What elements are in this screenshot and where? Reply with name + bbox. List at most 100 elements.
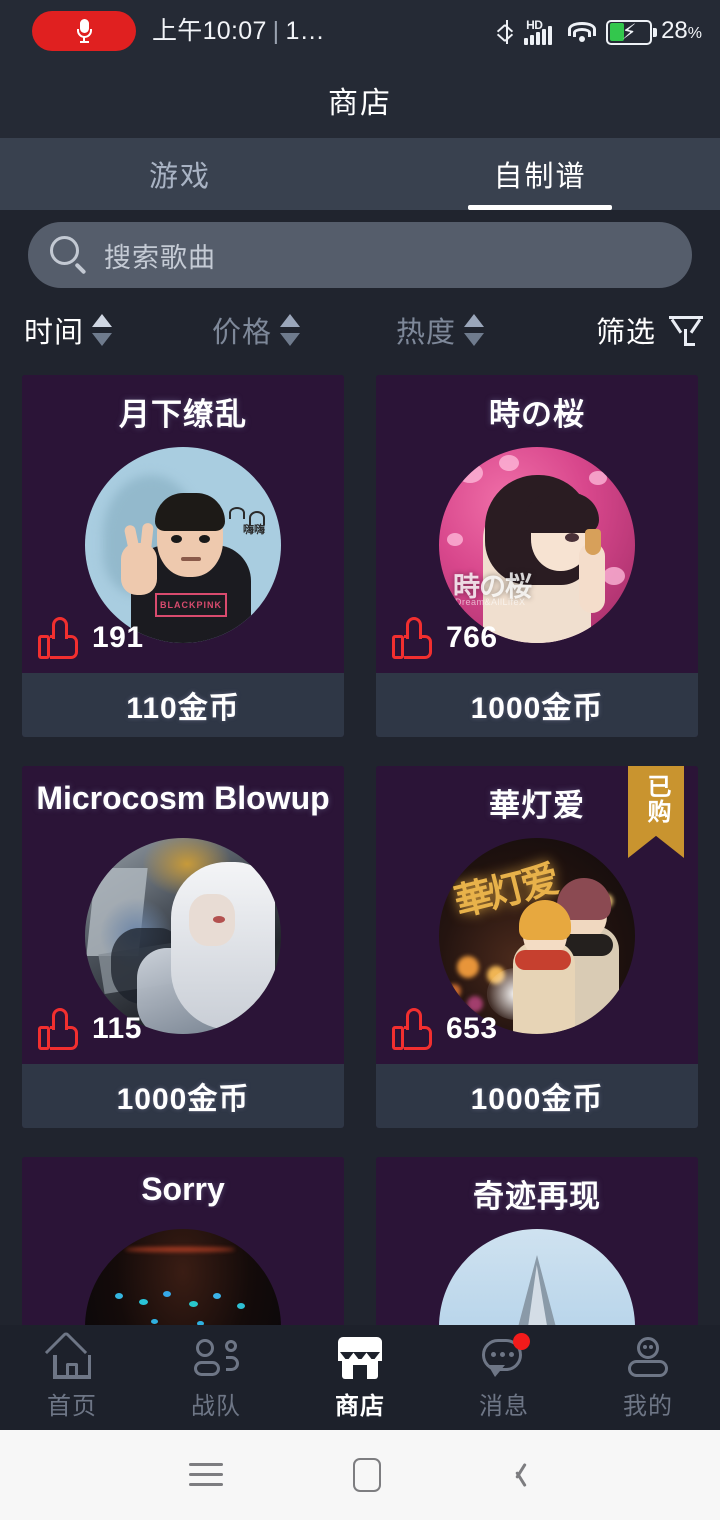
chart-title: Microcosm Blowup bbox=[36, 780, 330, 816]
nav-item-home-label: 首页 bbox=[47, 1392, 97, 1420]
sort-by-time[interactable]: 时间 bbox=[24, 305, 113, 355]
search-section: 搜索歌曲 bbox=[0, 222, 720, 292]
chart-card[interactable]: 月下缭乱 嗨嗨 BLACKPINK 191 110金币 bbox=[22, 375, 344, 737]
sort-by-price-label: 价格 bbox=[212, 317, 273, 349]
chart-list-grid[interactable]: 月下缭乱 嗨嗨 BLACKPINK 191 110金币 時の桜 時の桜 Drea… bbox=[0, 375, 720, 1340]
profile-icon bbox=[624, 1335, 672, 1379]
price-bar[interactable]: 110金币 bbox=[22, 673, 344, 737]
chart-cover-image: 時の桜 Dream&AllLifeX bbox=[439, 447, 635, 643]
thumbs-up-icon[interactable] bbox=[392, 617, 434, 659]
sort-arrows-icon bbox=[92, 313, 113, 347]
nav-item-team[interactable]: 战队 bbox=[144, 1335, 288, 1421]
back-chevron-icon[interactable] bbox=[511, 1461, 531, 1489]
chart-cover-image: 華灯爱 bbox=[439, 838, 635, 1034]
app-screen: 上午10:07 | 1… HD ⚡ 28% 商店 游戏 自制谱 搜索歌曲 时间 … bbox=[0, 0, 720, 1520]
status-bar-separator: | bbox=[272, 17, 280, 45]
funnel-filter-icon bbox=[668, 312, 704, 348]
sort-arrows-icon bbox=[464, 313, 485, 347]
thumbs-up-icon[interactable] bbox=[38, 1008, 80, 1050]
search-placeholder: 搜索歌曲 bbox=[104, 242, 216, 273]
chart-card-body: Microcosm Blowup 115 bbox=[22, 766, 344, 1064]
purchased-badge: 已购 bbox=[628, 766, 684, 858]
tab-custom-charts-label: 自制谱 bbox=[493, 161, 587, 193]
home-icon bbox=[44, 1330, 96, 1379]
nav-item-store[interactable]: 商店 bbox=[288, 1335, 432, 1421]
like-counter: 766 bbox=[392, 617, 498, 659]
search-icon bbox=[48, 234, 90, 276]
like-count-value: 653 bbox=[446, 1012, 498, 1045]
like-counter: 653 bbox=[392, 1008, 498, 1050]
chart-card[interactable]: Sorry bbox=[22, 1157, 344, 1340]
like-counter: 115 bbox=[38, 1008, 142, 1050]
like-count-value: 115 bbox=[92, 1012, 142, 1045]
chart-card[interactable]: Microcosm Blowup 115 1000金币 bbox=[22, 766, 344, 1128]
active-tab-indicator bbox=[468, 205, 612, 210]
nav-item-messages-label: 消息 bbox=[479, 1392, 529, 1420]
sort-arrows-icon bbox=[280, 313, 301, 347]
price-label: 1000金币 bbox=[470, 692, 604, 725]
cellular-signal-icon: HD bbox=[524, 18, 558, 46]
battery-charging-icon: ⚡ bbox=[606, 19, 658, 45]
message-icon bbox=[480, 1332, 530, 1379]
sort-by-popularity-label: 热度 bbox=[396, 317, 457, 349]
price-bar[interactable]: 1000金币 bbox=[22, 1064, 344, 1128]
bluetooth-icon bbox=[496, 19, 515, 45]
chart-card[interactable]: 華灯爱 已购 華灯爱 653 1000金币 bbox=[376, 766, 698, 1128]
chart-title: 月下缭乱 bbox=[119, 397, 247, 432]
tab-custom-charts[interactable]: 自制谱 bbox=[360, 138, 720, 210]
chart-cover-image: 嗨嗨 BLACKPINK bbox=[85, 447, 281, 643]
chart-card[interactable]: 時の桜 時の桜 Dream&AllLifeX 766 1000金币 bbox=[376, 375, 698, 737]
chart-card-body: 月下缭乱 嗨嗨 BLACKPINK 191 bbox=[22, 375, 344, 673]
chart-card[interactable]: 奇迹再现 bbox=[376, 1157, 698, 1340]
thumbs-up-icon[interactable] bbox=[38, 617, 80, 659]
purchased-badge-label: 已购 bbox=[643, 774, 670, 824]
home-square-icon[interactable] bbox=[353, 1458, 381, 1492]
sort-by-popularity[interactable]: 热度 bbox=[396, 305, 485, 355]
battery-percent-label: 28% bbox=[661, 16, 702, 47]
chart-title: Sorry bbox=[141, 1171, 225, 1207]
chart-cover-image bbox=[85, 838, 281, 1034]
tab-bar: 游戏 自制谱 bbox=[0, 138, 720, 210]
status-bar-extra-text: 1… bbox=[285, 17, 325, 45]
search-input[interactable]: 搜索歌曲 bbox=[28, 222, 692, 288]
status-bar-time: 上午10:07 | 1… bbox=[152, 12, 325, 50]
clock-text: 上午10:07 bbox=[152, 17, 267, 45]
nav-item-profile[interactable]: 我的 bbox=[576, 1335, 720, 1421]
team-icon bbox=[192, 1335, 240, 1379]
sort-by-time-label: 时间 bbox=[24, 317, 85, 349]
chart-cover-image bbox=[439, 1229, 635, 1340]
price-label: 1000金币 bbox=[116, 1083, 250, 1116]
tab-games[interactable]: 游戏 bbox=[0, 138, 360, 210]
like-count-value: 766 bbox=[446, 621, 498, 654]
thumbs-up-icon[interactable] bbox=[392, 1008, 434, 1050]
status-bar-icons: HD ⚡ 28% bbox=[496, 13, 702, 51]
sort-by-price[interactable]: 价格 bbox=[212, 305, 301, 355]
price-label: 110金币 bbox=[126, 692, 240, 725]
store-icon bbox=[336, 1335, 384, 1379]
price-bar[interactable]: 1000金币 bbox=[376, 1064, 698, 1128]
chart-card-body: 奇迹再现 bbox=[376, 1157, 698, 1340]
chart-card-body: 華灯爱 已购 華灯爱 653 bbox=[376, 766, 698, 1064]
nav-item-messages[interactable]: 消息 bbox=[432, 1332, 576, 1421]
nav-item-profile-label: 我的 bbox=[623, 1392, 673, 1420]
wifi-icon bbox=[567, 19, 597, 45]
microphone-recording-pill[interactable] bbox=[32, 11, 136, 51]
price-bar[interactable]: 1000金币 bbox=[376, 673, 698, 737]
tab-games-label: 游戏 bbox=[148, 161, 211, 193]
nav-item-team-label: 战队 bbox=[191, 1392, 241, 1420]
chart-card-body: Sorry bbox=[22, 1157, 344, 1340]
nav-item-home[interactable]: 首页 bbox=[0, 1330, 144, 1421]
sort-filter-bar: 时间 价格 热度 筛选 bbox=[0, 305, 720, 363]
page-title: 商店 bbox=[328, 87, 392, 120]
filter-label: 筛选 bbox=[595, 317, 656, 349]
chart-title: 時の桜 bbox=[489, 397, 585, 432]
nav-item-store-label: 商店 bbox=[335, 1392, 385, 1420]
chart-cover-image bbox=[85, 1229, 281, 1340]
battery-percent-number: 28 bbox=[661, 16, 688, 44]
like-count-value: 191 bbox=[92, 621, 144, 654]
filter-button[interactable]: 筛选 bbox=[596, 305, 704, 355]
status-bar: 上午10:07 | 1… HD ⚡ 28% bbox=[0, 0, 720, 62]
price-label: 1000金币 bbox=[470, 1083, 604, 1116]
recents-icon[interactable] bbox=[189, 1462, 223, 1488]
microphone-icon bbox=[76, 18, 92, 44]
